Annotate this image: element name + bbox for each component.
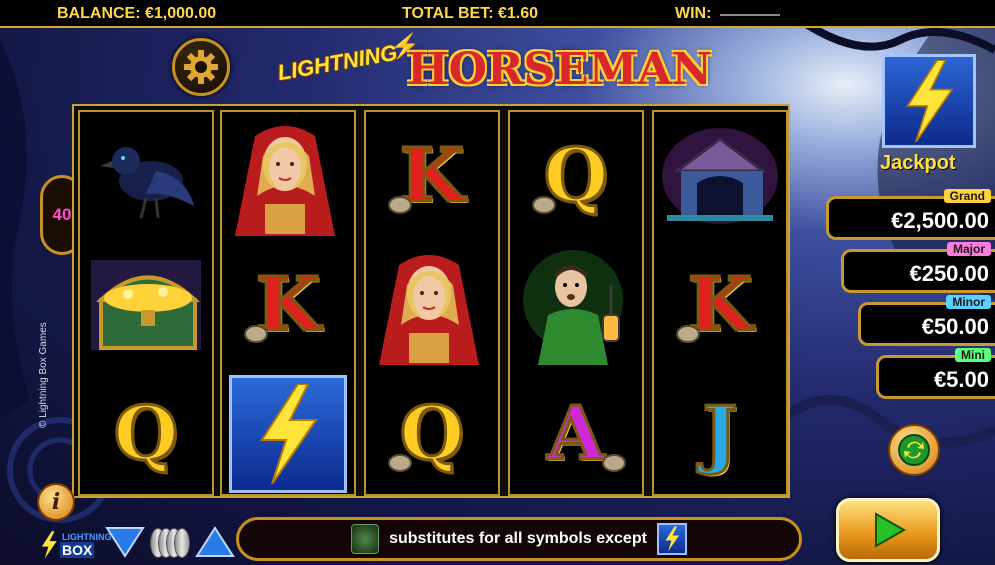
coins-icon [150,528,194,560]
win-display: WIN: [675,5,712,22]
symbol-a: A [510,370,642,498]
top-info-bar: BALANCE: €1,000.00 TOTAL BET: €1.60 WIN: [0,0,995,28]
jackpot-major: Major €250.00 [841,242,995,293]
jackpot-mini: Mini €5.00 [876,348,995,399]
jackpot-grand-label: Grand [943,189,991,203]
lightning-bolt-icon [906,60,954,142]
info-icon: i [51,489,61,515]
symbol-lightning-wild [222,370,354,498]
red-hood-woman-icon [379,255,479,365]
jackpot-grand: Grand €2,500.00 [826,189,995,240]
spin-button[interactable] [836,498,940,562]
jackpot-grand-value: €2,500.00 [891,208,989,233]
symbol-treasure-chest [80,241,212,369]
bet-decrease-button[interactable] [104,525,146,559]
lightning-wild-icon [656,523,687,555]
paylines-count: 40 [52,205,72,224]
message-bar: substitutes for all symbols except [236,517,802,561]
symbol-k: K [366,112,498,240]
letter-q: Q [112,390,179,479]
logo-lightning-text: LIGHTNING [275,39,400,86]
reel-4: Q A [508,110,644,496]
balance-display: BALANCE: €1,000.00 [57,5,217,22]
jackpot-title: Jackpot [880,152,956,174]
gear-icon [184,50,218,84]
message-text: substitutes for all symbols except [389,530,647,547]
symbol-k: K [222,241,354,369]
jackpot-minor: Minor €50.00 [858,295,995,346]
lightning-bolt-icon [260,384,318,484]
reel-2: K [220,110,356,496]
bet-increase-button[interactable] [194,525,236,559]
horseman-lantern-icon [523,250,623,365]
symbol-q: Q [366,370,498,498]
horseman-wild-icon [351,524,380,554]
reel-3: K Q [364,110,500,496]
symbol-q: Q [510,112,642,240]
skull-icon [244,325,268,343]
jackpot-icon [882,54,976,148]
autoplay-icon [898,434,930,466]
raven-icon [100,147,194,219]
symbol-horseman-with-lantern [510,241,642,369]
treasure-chest-icon [91,260,201,350]
copyright-text: © Lightning Box Games [38,322,49,428]
info-button[interactable]: i [37,483,75,521]
play-icon [875,512,907,548]
symbol-raven [80,112,212,240]
symbol-red-hood-woman [222,112,354,240]
skull-icon [532,196,556,214]
haunted-bridge-icon [662,128,778,224]
jackpot-minor-label: Minor [946,295,991,309]
symbol-j: J [654,370,786,498]
jackpot-mini-value: €5.00 [933,367,989,392]
logo-horseman-text: HORSEMAN [407,44,712,95]
lightning-box-logo: LIGHTNING BOX [38,530,112,560]
jackpot-major-value: €250.00 [909,261,989,286]
jackpot-major-label: Major [946,242,991,256]
jackpot-minor-value: €50.00 [921,314,989,339]
letter-j: J [701,390,739,479]
skull-icon [388,196,412,214]
symbol-haunted-bridge [654,112,786,240]
reel-1: Q [78,110,214,496]
brand-bottom: BOX [60,542,95,558]
skull-icon [388,454,412,472]
wild-tile [229,375,347,493]
red-hood-woman-icon [235,126,335,236]
lightning-bolt-icon [41,531,57,559]
autoplay-button[interactable] [888,424,940,476]
skull-icon [676,325,700,343]
win-value-placeholder [720,14,780,16]
symbol-red-hood-woman [366,241,498,369]
symbol-q: Q [80,370,212,498]
reels-area: Q K K Q Q A K J [72,104,790,498]
reel-5: K J [652,110,788,496]
skull-icon [602,454,626,472]
jackpot-mini-label: Mini [955,348,991,362]
letter-a: A [546,390,606,479]
settings-button[interactable] [172,38,230,96]
game-logo: LIGHTNING ⚡ HORSEMAN [275,30,712,105]
symbol-k: K [654,241,786,369]
total-bet-display: TOTAL BET: €1.60 [402,5,539,22]
